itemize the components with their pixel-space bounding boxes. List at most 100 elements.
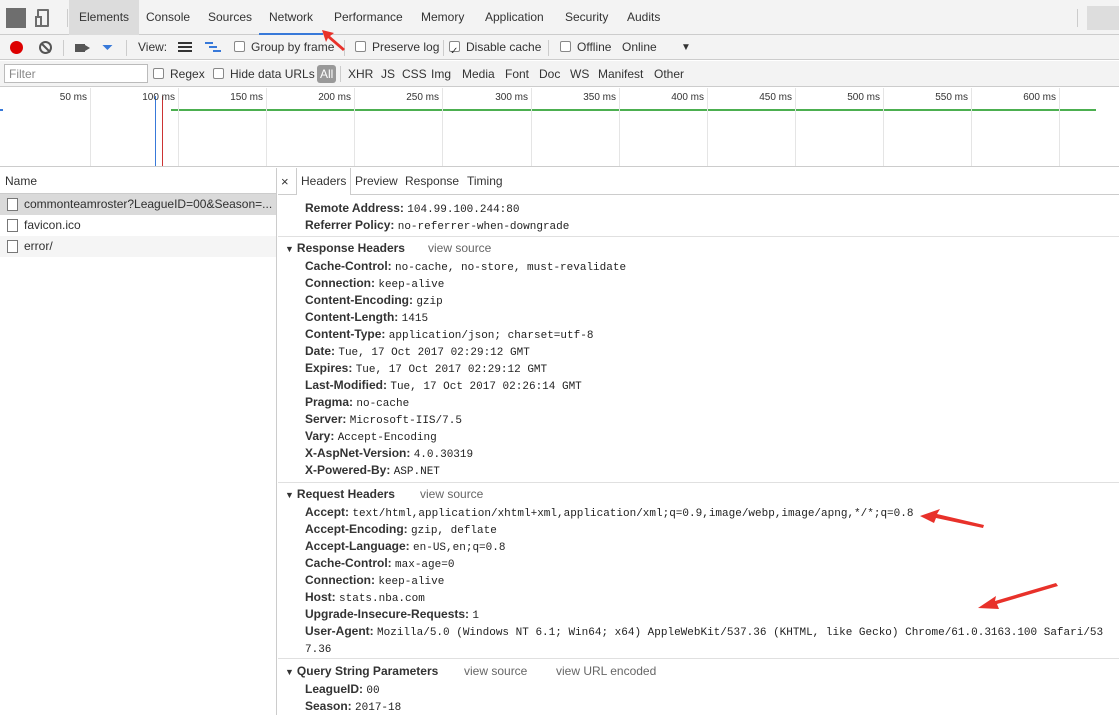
filter-type-other[interactable]: Other xyxy=(654,61,684,87)
filter-funnel-icon[interactable]: ⏷ xyxy=(102,40,113,55)
request-row[interactable]: favicon.ico xyxy=(0,215,276,236)
large-rows-list-icon[interactable] xyxy=(178,42,192,53)
offline-checkbox[interactable]: Offline xyxy=(560,35,611,60)
view-source-link[interactable]: view source xyxy=(428,241,491,255)
header-value: no-referrer-when-downgrade xyxy=(397,221,570,233)
filter-type-img[interactable]: Img xyxy=(431,61,451,87)
timeline-gridline xyxy=(1059,88,1060,166)
tab-console[interactable]: Console xyxy=(136,0,200,35)
timeline-gridline xyxy=(90,88,91,166)
tab-application[interactable]: Application xyxy=(475,0,554,35)
regex-checkbox[interactable]: Regex xyxy=(153,61,205,87)
header-value: application/json; charset=utf-8 xyxy=(388,330,594,342)
tab-headers[interactable]: Headers xyxy=(296,168,352,195)
header-row: Accept-Encoding: gzip, deflate xyxy=(305,522,497,537)
tab-elements[interactable]: Elements xyxy=(69,0,140,35)
header-value: 4.0.30319 xyxy=(413,449,474,461)
header-value: 104.99.100.244:80 xyxy=(407,204,520,216)
request-name: error/ xyxy=(24,239,53,253)
view-source-link[interactable]: view source xyxy=(464,664,527,678)
request-list: Name commonteamroster?LeagueID=00&Season… xyxy=(0,168,277,715)
request-row[interactable]: commonteamroster?LeagueID=00&Season=... xyxy=(0,194,276,215)
preserve-log-label: Preserve log xyxy=(372,40,440,54)
header-row: Connection: keep-alive xyxy=(305,276,444,291)
inspect-element-icon[interactable] xyxy=(6,8,26,28)
header-row: Vary: Accept-Encoding xyxy=(305,429,437,444)
name-column-header[interactable]: Name xyxy=(0,168,276,194)
header-name: Vary: xyxy=(305,429,335,443)
view-source-link[interactable]: view source xyxy=(420,487,483,501)
timeline-gridline xyxy=(266,88,267,166)
view-url-encoded-link[interactable]: view URL encoded xyxy=(556,664,656,678)
timeline-tick-label: 400 ms xyxy=(671,92,704,103)
toolbar-divider xyxy=(126,40,127,56)
header-name: Content-Type: xyxy=(305,327,386,341)
device-toolbar-icon[interactable] xyxy=(34,8,54,28)
screenshot-camera-icon[interactable] xyxy=(75,44,85,52)
close-icon[interactable]: × xyxy=(281,168,289,195)
clear-icon[interactable] xyxy=(39,41,52,54)
tab-sources[interactable]: Sources xyxy=(198,0,262,35)
filter-type-media[interactable]: Media xyxy=(462,61,495,87)
header-value: keep-alive xyxy=(378,279,445,291)
tab-separator xyxy=(1077,9,1078,27)
dom-content-loaded-marker xyxy=(155,96,156,166)
tab-preview[interactable]: Preview xyxy=(355,168,398,195)
filter-type-font[interactable]: Font xyxy=(505,61,529,87)
tab-separator xyxy=(67,9,68,27)
section-title: Response Headers xyxy=(296,241,405,255)
filter-type-xhr[interactable]: XHR xyxy=(348,61,373,87)
tab-security[interactable]: Security xyxy=(555,0,618,35)
header-name: Accept: xyxy=(305,505,350,519)
annotation-arrow-icon xyxy=(978,583,1058,609)
section-divider xyxy=(278,236,1119,237)
header-row: Referrer Policy: no-referrer-when-downgr… xyxy=(305,218,569,233)
overview-waterfall-icon[interactable] xyxy=(205,42,221,53)
header-value: 00 xyxy=(366,685,380,697)
filter-type-doc[interactable]: Doc xyxy=(539,61,560,87)
header-name: Date: xyxy=(305,344,336,358)
disable-cache-checkbox[interactable]: Disable cache xyxy=(449,35,541,64)
filter-type-manifest[interactable]: Manifest xyxy=(598,61,643,87)
expand-triangle-icon[interactable]: ▼ xyxy=(285,490,294,500)
section-header[interactable]: ▼ Response Headers xyxy=(285,241,405,255)
throttling-select[interactable]: Online xyxy=(622,35,657,60)
detail-tab-bar: × Headers Preview Response Timing xyxy=(278,168,1119,195)
section-header[interactable]: ▼ Query String Parameters xyxy=(285,664,438,678)
header-value: ASP.NET xyxy=(393,466,440,478)
filter-type-ws[interactable]: WS xyxy=(570,61,589,87)
menu-icon[interactable] xyxy=(1087,6,1119,30)
tab-response[interactable]: Response xyxy=(405,168,459,195)
chevron-down-icon[interactable]: ▼ xyxy=(681,35,691,60)
request-row[interactable]: error/ xyxy=(0,236,276,257)
filter-type-css[interactable]: CSS xyxy=(402,61,427,87)
section-header[interactable]: ▼ Request Headers xyxy=(285,487,395,501)
header-row: Pragma: no-cache xyxy=(305,395,409,410)
tab-network[interactable]: Network xyxy=(259,0,324,35)
tab-audits[interactable]: Audits xyxy=(617,0,670,35)
preserve-log-checkbox[interactable]: Preserve log xyxy=(355,35,439,60)
header-name: Upgrade-Insecure-Requests: xyxy=(305,607,470,621)
expand-triangle-icon[interactable]: ▼ xyxy=(285,667,294,677)
filter-input[interactable] xyxy=(4,64,148,83)
timeline-tick-label: 550 ms xyxy=(935,92,968,103)
tab-memory[interactable]: Memory xyxy=(411,0,474,35)
expand-triangle-icon[interactable]: ▼ xyxy=(285,244,294,254)
hide-data-urls-checkbox[interactable]: Hide data URLs xyxy=(213,61,315,87)
timeline-tick-label: 250 ms xyxy=(406,92,439,103)
filter-type-js[interactable]: JS xyxy=(381,61,395,87)
header-name: Host: xyxy=(305,590,336,604)
timeline-tick-label: 200 ms xyxy=(318,92,351,103)
network-overview-timeline[interactable]: 50 ms 100 ms 150 ms 200 ms 250 ms 300 ms 350 m… xyxy=(0,88,1119,167)
section-divider xyxy=(278,482,1119,483)
offline-label: Offline xyxy=(577,40,612,54)
record-icon[interactable] xyxy=(10,41,23,54)
header-name: Accept-Encoding: xyxy=(305,522,408,536)
header-row: Upgrade-Insecure-Requests: 1 xyxy=(305,607,479,622)
filter-type-all[interactable]: All xyxy=(317,65,337,83)
header-value: no-cache xyxy=(356,398,410,410)
toolbar-divider xyxy=(340,66,341,82)
regex-label: Regex xyxy=(170,67,205,81)
tab-timing[interactable]: Timing xyxy=(467,168,503,195)
timeline-gridline xyxy=(531,88,532,166)
